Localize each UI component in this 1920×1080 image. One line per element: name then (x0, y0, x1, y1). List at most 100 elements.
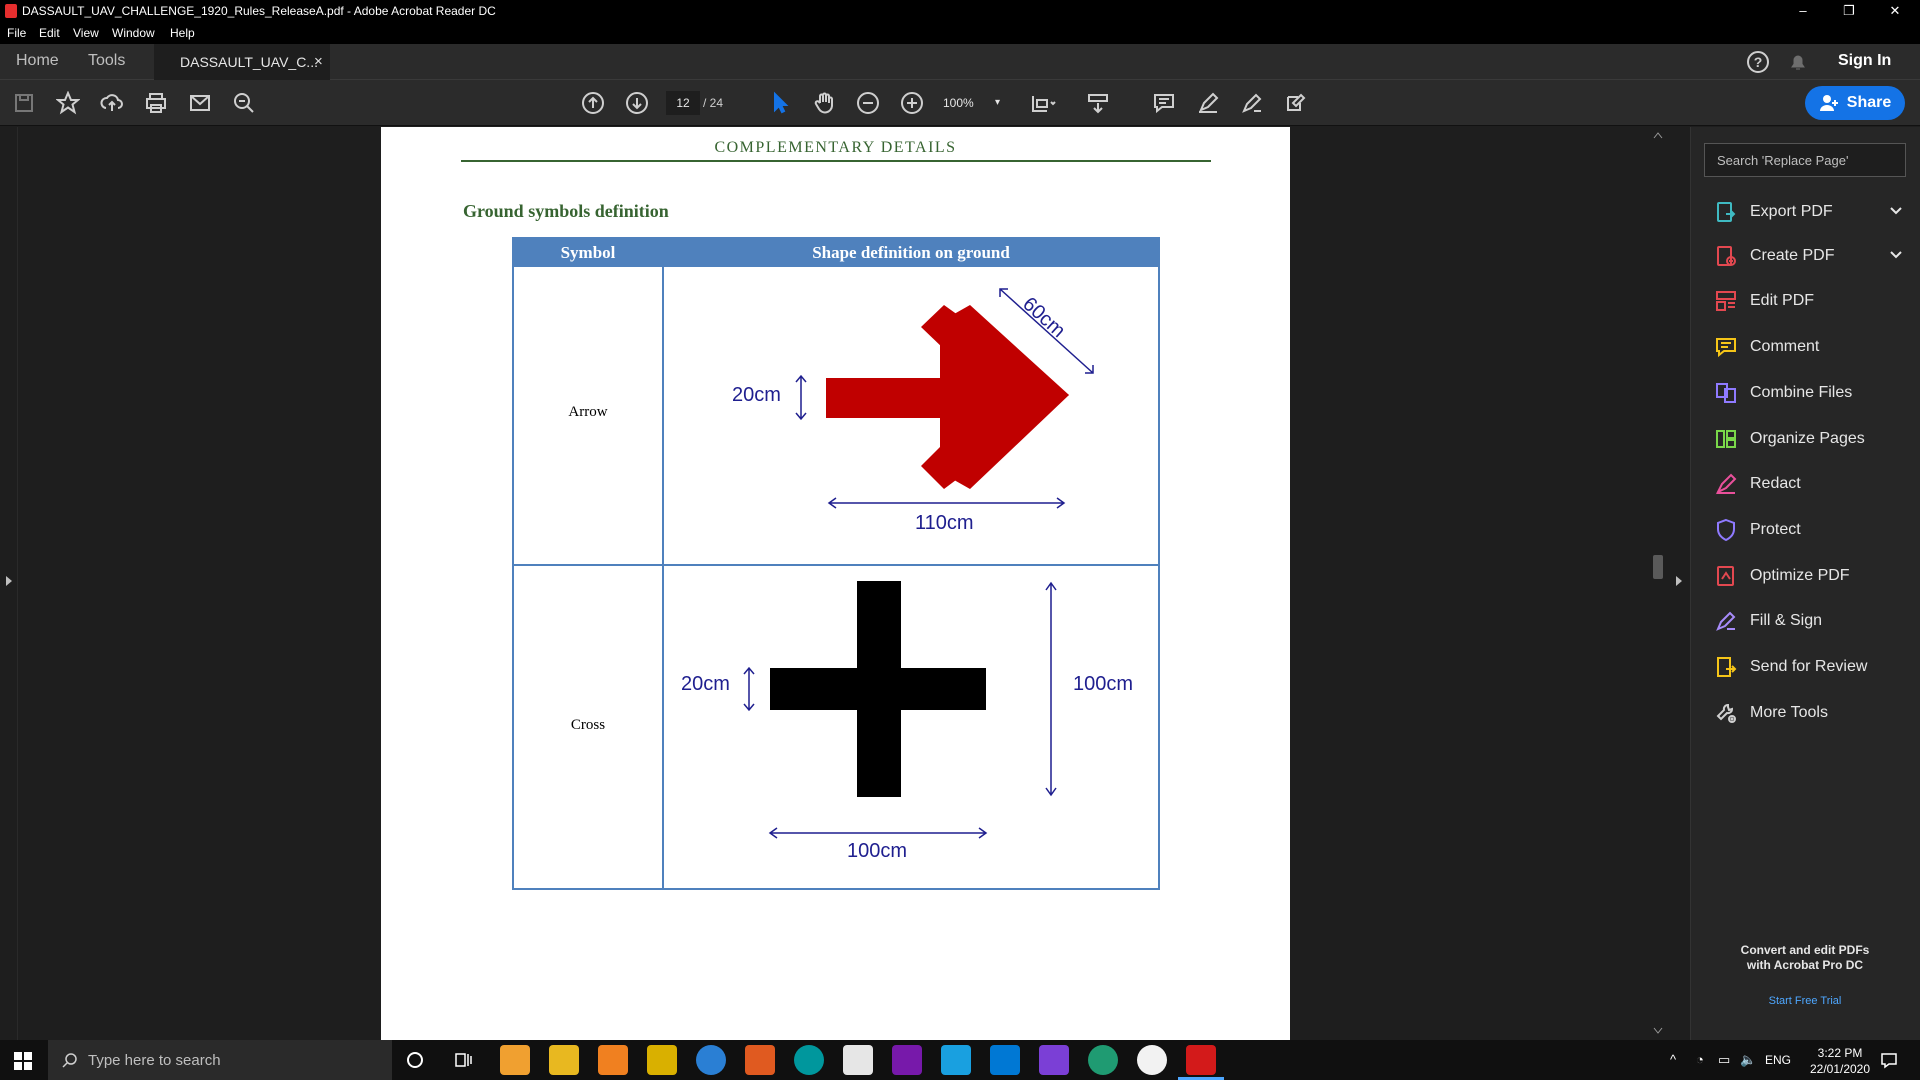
taskbar-app-1-icon[interactable] (500, 1045, 530, 1075)
itunes-icon[interactable] (1137, 1045, 1167, 1075)
scroll-down-icon[interactable] (1653, 1027, 1663, 1035)
next-page-icon[interactable] (619, 80, 655, 126)
taskbar-search-input[interactable]: Type here to search (48, 1040, 392, 1080)
file-explorer-icon[interactable] (549, 1045, 579, 1075)
expand-left-pane-icon[interactable] (4, 575, 14, 587)
zoom-in-icon[interactable] (894, 80, 930, 126)
network-icon[interactable]: ◔ (1696, 1052, 1704, 1067)
tool-label: Organize Pages (1750, 430, 1865, 447)
tab-home[interactable]: Home (16, 52, 59, 70)
maximize-button[interactable]: ❐ (1826, 0, 1872, 22)
tool-create-pdf[interactable]: Create PDF (1714, 241, 1914, 271)
highlight-pen-icon[interactable] (1190, 80, 1226, 126)
action-center-icon[interactable] (1880, 1051, 1898, 1069)
send-review-icon (1714, 655, 1738, 679)
email-icon[interactable] (182, 80, 218, 126)
upload-cloud-icon[interactable] (94, 80, 130, 126)
menu-window[interactable]: Window (112, 26, 155, 40)
taskbar-app-5-icon[interactable] (696, 1045, 726, 1075)
sign-pen-icon[interactable] (1234, 80, 1270, 126)
edit-pdf-icon (1714, 289, 1738, 313)
tool-more-tools[interactable]: More Tools (1714, 698, 1914, 728)
page-number-input[interactable]: 12 (666, 91, 700, 115)
search-icon[interactable] (226, 80, 262, 126)
tool-optimize-pdf[interactable]: Optimize PDF (1714, 561, 1914, 591)
tool-edit-pdf[interactable]: Edit PDF (1714, 286, 1914, 316)
help-icon[interactable]: ? (1747, 51, 1769, 73)
tool-label: Protect (1750, 521, 1801, 538)
taskbar-search-placeholder: Type here to search (88, 1051, 221, 1069)
edit-share-icon[interactable] (1278, 80, 1314, 126)
tool-comment[interactable]: Comment (1714, 332, 1914, 362)
taskbar-app-3-icon[interactable] (598, 1045, 628, 1075)
windows-start-icon[interactable] (14, 1052, 32, 1070)
select-cursor-icon[interactable] (762, 80, 798, 126)
tool-export-pdf[interactable]: Export PDF (1714, 197, 1914, 227)
arduino-icon[interactable] (794, 1045, 824, 1075)
comment-tool-icon[interactable] (1146, 80, 1182, 126)
onenote-icon[interactable] (892, 1045, 922, 1075)
tab-tools[interactable]: Tools (88, 52, 125, 70)
tool-send-for-review[interactable]: Send for Review (1714, 652, 1914, 682)
scroll-up-icon[interactable] (1653, 131, 1663, 139)
volume-icon[interactable]: 🔈 (1740, 1052, 1756, 1068)
tool-protect[interactable]: Protect (1714, 515, 1914, 545)
zoom-select[interactable]: 100% ▾ (943, 91, 1013, 115)
taskbar-app-10-icon[interactable] (941, 1045, 971, 1075)
tray-chevron-icon[interactable]: ^ (1670, 1052, 1676, 1067)
tab-close-icon[interactable]: × (314, 53, 323, 70)
zoom-out-icon[interactable] (850, 80, 886, 126)
menu-view[interactable]: View (73, 26, 99, 40)
tool-organize-pages[interactable]: Organize Pages (1714, 424, 1914, 454)
tab-document-label: DASSAULT_UAV_C... (180, 54, 318, 70)
battery-icon[interactable]: ▭ (1718, 1052, 1730, 1068)
clock[interactable]: 3:22 PM 22/01/2020 (1795, 1045, 1885, 1077)
tool-label: Redact (1750, 475, 1801, 492)
minimize-button[interactable]: – (1780, 0, 1826, 22)
matlab-icon[interactable] (745, 1045, 775, 1075)
edge-icon[interactable] (1088, 1045, 1118, 1075)
cortana-icon[interactable] (406, 1051, 424, 1069)
tool-label: Export PDF (1750, 203, 1833, 220)
arrow-length-dimension (827, 497, 1066, 509)
chevron-down-icon[interactable] (1888, 203, 1904, 224)
language-indicator[interactable]: ENG (1765, 1053, 1791, 1067)
ground-symbols-drawing (743, 288, 1094, 839)
taskbar-search-icon (62, 1053, 77, 1068)
zoom-value: 100% (943, 96, 974, 110)
task-view-icon[interactable] (454, 1051, 472, 1069)
sign-in-link[interactable]: Sign In (1838, 52, 1891, 70)
taskbar-app-4-icon[interactable] (647, 1045, 677, 1075)
scrollbar-thumb[interactable] (1653, 555, 1663, 579)
vscode-icon[interactable] (990, 1045, 1020, 1075)
left-pane-collapsed[interactable] (0, 127, 18, 1040)
tool-fill-sign[interactable]: Fill & Sign (1714, 606, 1914, 636)
menu-edit[interactable]: Edit (39, 26, 60, 40)
visual-studio-icon[interactable] (1039, 1045, 1069, 1075)
notification-bell-icon[interactable] (1788, 52, 1808, 72)
bookmark-star-icon[interactable] (50, 80, 86, 126)
menu-help[interactable]: Help (170, 26, 195, 40)
menu-file[interactable]: File (7, 26, 26, 40)
chevron-down-icon[interactable] (1888, 247, 1904, 268)
tool-redact[interactable]: Redact (1714, 469, 1914, 499)
share-button[interactable]: Share (1805, 86, 1905, 120)
print-icon[interactable] (138, 80, 174, 126)
scroll-mode-icon[interactable] (1080, 80, 1116, 126)
taskbar-app-8-icon[interactable] (843, 1045, 873, 1075)
collapse-right-pane-icon[interactable] (1674, 575, 1684, 587)
save-icon[interactable] (6, 80, 42, 126)
close-window-button[interactable]: ✕ (1872, 0, 1918, 22)
tab-bar: Home Tools DASSAULT_UAV_C... × ? Sign In (0, 44, 1920, 80)
vertical-scrollbar[interactable] (1650, 127, 1666, 1040)
hand-tool-icon[interactable] (806, 80, 842, 126)
fit-page-icon[interactable] (1025, 80, 1061, 126)
tab-document[interactable]: DASSAULT_UAV_C... × (154, 44, 330, 80)
previous-page-icon[interactable] (575, 80, 611, 126)
tool-label: More Tools (1750, 704, 1828, 721)
start-free-trial-link[interactable]: Start Free Trial (1690, 995, 1920, 1007)
tool-combine-files[interactable]: Combine Files (1714, 378, 1914, 408)
acrobat-taskbar-icon[interactable] (1186, 1045, 1216, 1075)
menu-bar: File Edit View Window Help (0, 22, 1920, 44)
tools-search-input[interactable]: Search 'Replace Page' (1704, 143, 1906, 177)
